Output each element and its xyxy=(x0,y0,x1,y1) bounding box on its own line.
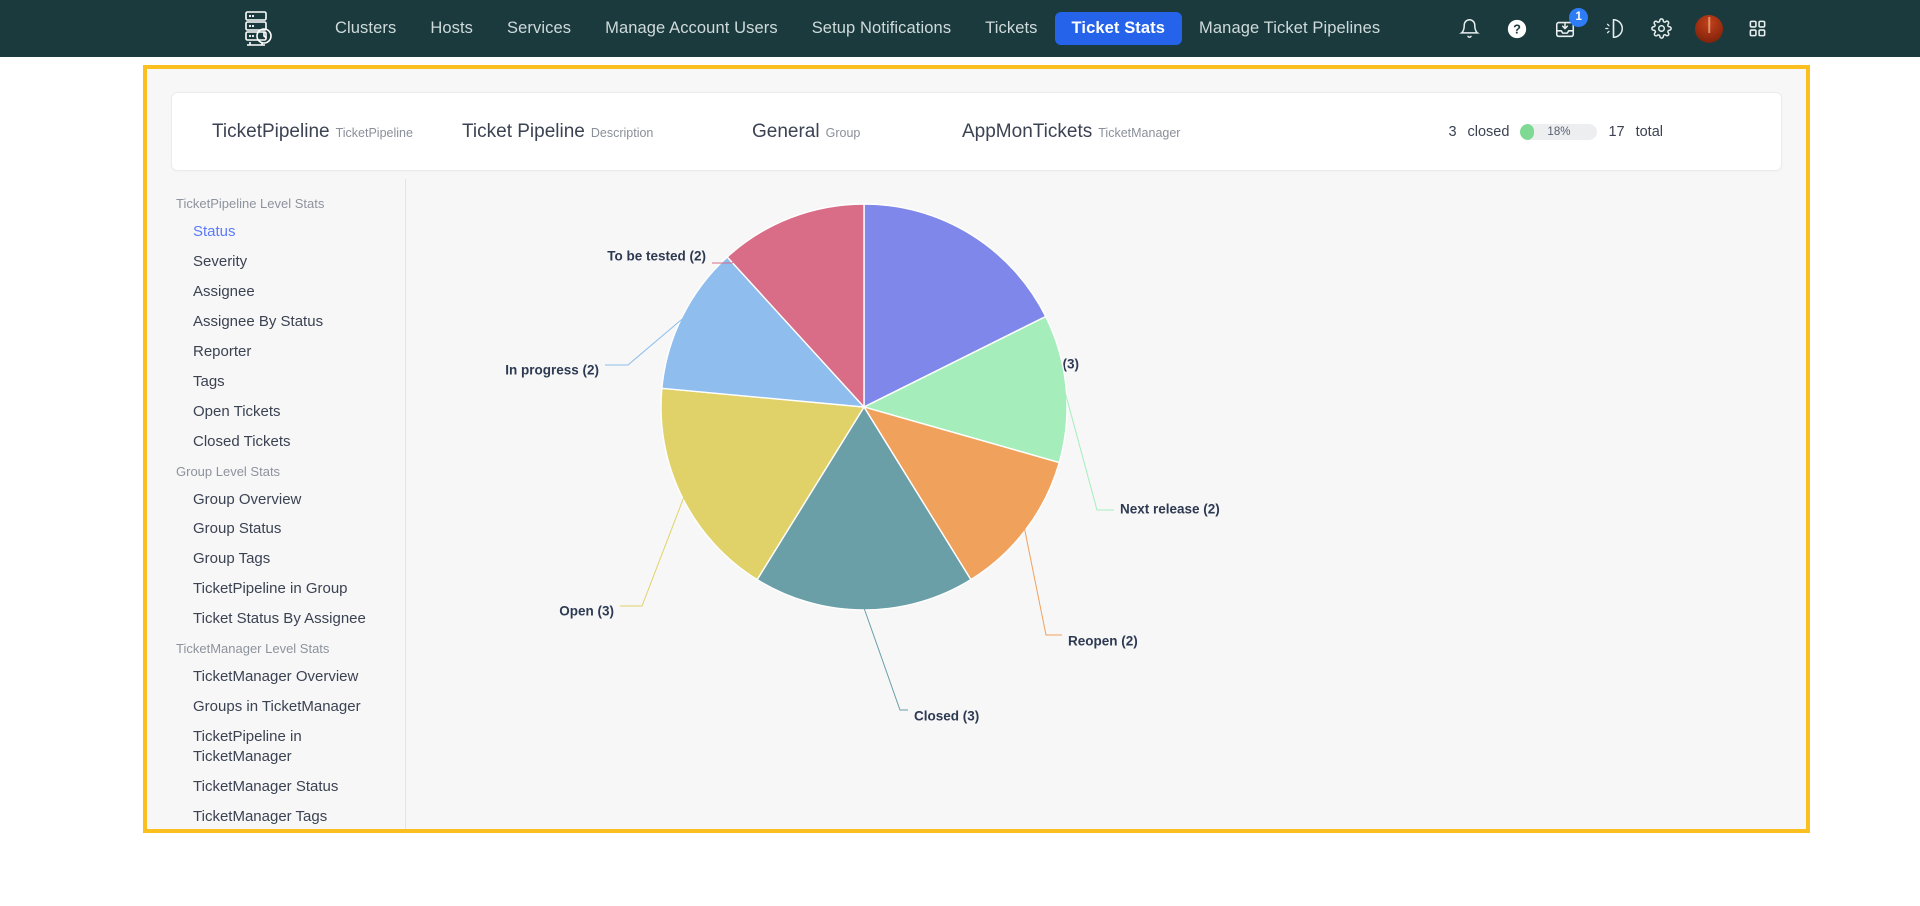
sidebar-item-group-overview[interactable]: Group Overview xyxy=(169,485,405,515)
nav-link-hosts[interactable]: Hosts xyxy=(413,12,490,45)
closed-progress-percent: 18% xyxy=(1547,125,1571,138)
nav-link-manage-account-users[interactable]: Manage Account Users xyxy=(588,12,795,45)
pie-slice-label: Reopen (2) xyxy=(1068,634,1138,649)
ticket-manager-value: AppMonTickets xyxy=(962,120,1093,142)
highlighted-region: TicketPipeline TicketPipeline Ticket Pip… xyxy=(143,65,1810,833)
sidebar-item-ticketmanager-status-by-assignee[interactable]: TicketManager Status by Assignee xyxy=(169,832,344,833)
content-row: TicketPipeline Level Stats Status Severi… xyxy=(169,179,1784,833)
sidebar-item-open-tickets[interactable]: Open Tickets xyxy=(169,397,405,427)
nav-links: Clusters Hosts Services Manage Account U… xyxy=(318,12,1397,45)
sidebar-item-reporter[interactable]: Reporter xyxy=(169,337,405,367)
closed-progress-bar: 18% xyxy=(1520,123,1598,140)
sidebar-item-ticketmanager-status[interactable]: TicketManager Status xyxy=(169,772,405,802)
pie-leader-line xyxy=(1063,388,1114,511)
sidebar-section-title-pipeline: TicketPipeline Level Stats xyxy=(176,196,325,211)
pie-slice-label: Open (3) xyxy=(559,604,614,619)
sidebar-item-ticketmanager-tags[interactable]: TicketManager Tags xyxy=(169,802,405,829)
nav-link-tickets[interactable]: Tickets xyxy=(968,12,1054,45)
sidebar-section-title-group: Group Level Stats xyxy=(176,463,281,479)
sidebar-section-title-ticketmanager: TicketManager Level Stats xyxy=(176,641,330,657)
sidebar-item-severity[interactable]: Severity xyxy=(169,247,405,277)
total-label: total xyxy=(1635,123,1663,140)
closed-progress-group: 3 closed 18% 17 total xyxy=(1448,123,1663,140)
sidebar-item-closed-tickets[interactable]: Closed Tickets xyxy=(169,427,405,457)
pie-leader-line xyxy=(1023,528,1062,636)
ticket-manager-label: TicketManager xyxy=(1098,125,1181,140)
apps-grid-icon[interactable] xyxy=(1743,15,1771,43)
summary-group: General Group xyxy=(752,121,962,143)
sidebar-item-assignee[interactable]: Assignee xyxy=(169,277,405,307)
description-value: Ticket Pipeline xyxy=(462,120,585,142)
pie-chart-svg: Invalid (3)Next release (2)Reopen (2)Clo… xyxy=(505,203,1220,724)
stats-sidebar: TicketPipeline Level Stats Status Severi… xyxy=(169,179,406,833)
nav-link-ticket-stats[interactable]: Ticket Stats xyxy=(1054,12,1183,45)
pie-slice-label: To be tested (2) xyxy=(607,249,706,264)
pipeline-name: TicketPipeline xyxy=(212,120,330,142)
total-count: 17 xyxy=(1608,123,1625,140)
page-body: TicketPipeline TicketPipeline Ticket Pip… xyxy=(0,57,1920,906)
sidebar-item-group-status[interactable]: Group Status xyxy=(169,514,405,544)
sidebar-item-assignee-by-status[interactable]: Assignee By Status xyxy=(169,307,405,337)
nav-link-clusters[interactable]: Clusters xyxy=(318,12,413,45)
avatar[interactable] xyxy=(1695,14,1724,43)
summary-ticket-manager: AppMonTickets TicketManager xyxy=(962,121,1448,143)
summary-description: Ticket Pipeline Description xyxy=(462,121,752,143)
closed-count: 3 xyxy=(1448,123,1457,140)
nav-link-manage-ticket-pipelines[interactable]: Manage Ticket Pipelines xyxy=(1182,12,1397,45)
pie-slice-label: In progress (2) xyxy=(505,363,599,378)
sidebar-item-group-tags[interactable]: Group Tags xyxy=(169,544,405,574)
sidebar-item-ticketmanager-overview[interactable]: TicketManager Overview xyxy=(169,662,405,692)
dark-mode-icon[interactable] xyxy=(1599,15,1627,43)
app-logo[interactable] xyxy=(222,10,296,48)
help-icon[interactable]: ? xyxy=(1503,15,1531,43)
sidebar-item-ticketpipeline-in-group[interactable]: TicketPipeline in Group xyxy=(169,574,405,604)
inbox-badge-count: 1 xyxy=(1569,7,1589,27)
top-navigation-bar: Clusters Hosts Services Manage Account U… xyxy=(0,0,1920,57)
pie-leader-line xyxy=(863,607,908,711)
description-label: Description xyxy=(590,125,654,140)
closed-label: closed xyxy=(1467,123,1510,140)
summary-pipeline: TicketPipeline TicketPipeline xyxy=(200,121,462,143)
pipeline-summary-card: TicketPipeline TicketPipeline Ticket Pip… xyxy=(171,92,1782,171)
status-pie-chart: Invalid (3)Next release (2)Reopen (2)Clo… xyxy=(406,179,1784,829)
inbox-download-icon[interactable]: 1 xyxy=(1551,7,1589,43)
nav-link-services[interactable]: Services xyxy=(490,12,588,45)
pie-slice-label: Next release (2) xyxy=(1120,502,1220,517)
nav-icon-group: ? 1 xyxy=(1455,7,1771,43)
pie-slice-label: Closed (3) xyxy=(914,709,979,724)
sidebar-item-ticketpipeline-in-ticketmanager[interactable]: TicketPipeline in TicketManager xyxy=(169,722,405,772)
pipeline-name-label: TicketPipeline xyxy=(335,125,413,140)
sidebar-item-ticket-status-by-assignee[interactable]: Ticket Status By Assignee xyxy=(169,604,405,634)
bell-icon[interactable] xyxy=(1455,15,1483,43)
nav-link-setup-notifications[interactable]: Setup Notifications xyxy=(795,12,968,45)
sidebar-item-groups-in-ticketmanager[interactable]: Groups in TicketManager xyxy=(169,692,405,722)
group-value: General xyxy=(752,120,820,142)
gear-icon[interactable] xyxy=(1647,15,1675,43)
sidebar-item-status[interactable]: Status xyxy=(169,217,405,247)
svg-text:?: ? xyxy=(1513,21,1521,36)
pie-leader-line xyxy=(620,496,685,607)
group-label: Group xyxy=(825,125,861,140)
sidebar-item-tags[interactable]: Tags xyxy=(169,367,405,397)
